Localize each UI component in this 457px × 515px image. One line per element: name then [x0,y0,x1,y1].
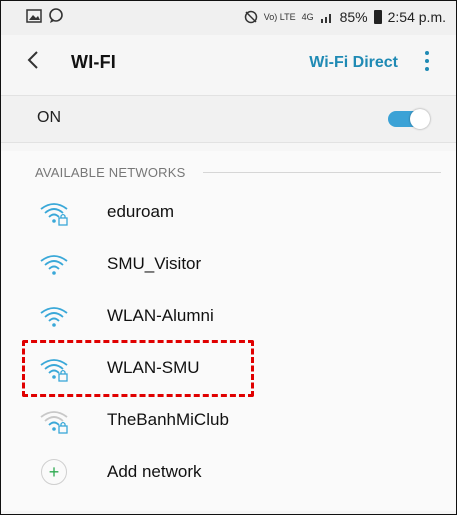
wifi-state-label: ON [37,109,61,126]
network-name: TheBanhMiClub [107,410,229,429]
network-name: WLAN-SMU [107,358,200,377]
screen-frame: Vo) LTE 4G 85% 2:54 p.m. WI-FI Wi-Fi Dir… [0,0,457,515]
wifi-icon [40,255,68,275]
network-type: 4G [301,12,314,22]
network-name: WLAN-Alumni [107,306,214,325]
section-header: AVAILABLE NETWORKS [35,165,186,180]
network-item-wlan-smu[interactable]: WLAN-SMU [1,345,456,397]
toggle-knob [410,109,430,129]
network-item-eduroam[interactable]: eduroam [1,189,456,241]
wifi-direct-button[interactable]: Wi-Fi Direct [309,54,398,72]
network-item-thebanhmiclub[interactable]: TheBanhMiClub [1,397,456,449]
more-options-icon[interactable] [424,49,430,73]
status-icons-left [26,8,64,24]
wifi-icon [40,307,68,327]
network-item-wlan-alumni[interactable]: WLAN-Alumni [1,293,456,345]
network-item-smu-visitor[interactable]: SMU_Visitor [1,241,456,293]
plus-icon: + [41,459,67,485]
add-network-label: Add network [107,462,202,481]
battery-icon [373,10,382,24]
section-divider [203,172,441,173]
volte-indicator: Vo) LTE [263,12,296,22]
gallery-icon [26,9,42,23]
status-icons-right: Vo) LTE 4G 85% 2:54 p.m. [244,9,446,25]
available-networks-section: AVAILABLE NETWORKS eduroam SMU_Visitor W… [1,151,456,511]
wifi-toggle-row[interactable]: ON [1,95,456,143]
wifi-locked-icon [40,359,68,382]
add-network-item[interactable]: + Add network [1,449,456,501]
battery-percent: 85% [339,9,368,25]
status-bar: Vo) LTE 4G 85% 2:54 p.m. [1,1,456,35]
mute-icon [244,10,257,24]
clock: 2:54 p.m. [387,9,446,25]
network-name: eduroam [107,202,175,221]
network-name: SMU_Visitor [107,254,202,273]
message-icon [49,8,63,23]
wifi-weak-locked-icon [40,411,68,434]
wifi-toggle-switch[interactable] [388,109,434,129]
back-arrow-icon[interactable] [27,49,39,77]
signal-icon [320,14,331,23]
wifi-locked-icon [40,203,68,226]
app-bar: WI-FI Wi-Fi Direct [1,35,456,91]
page-title: WI-FI [71,52,116,72]
